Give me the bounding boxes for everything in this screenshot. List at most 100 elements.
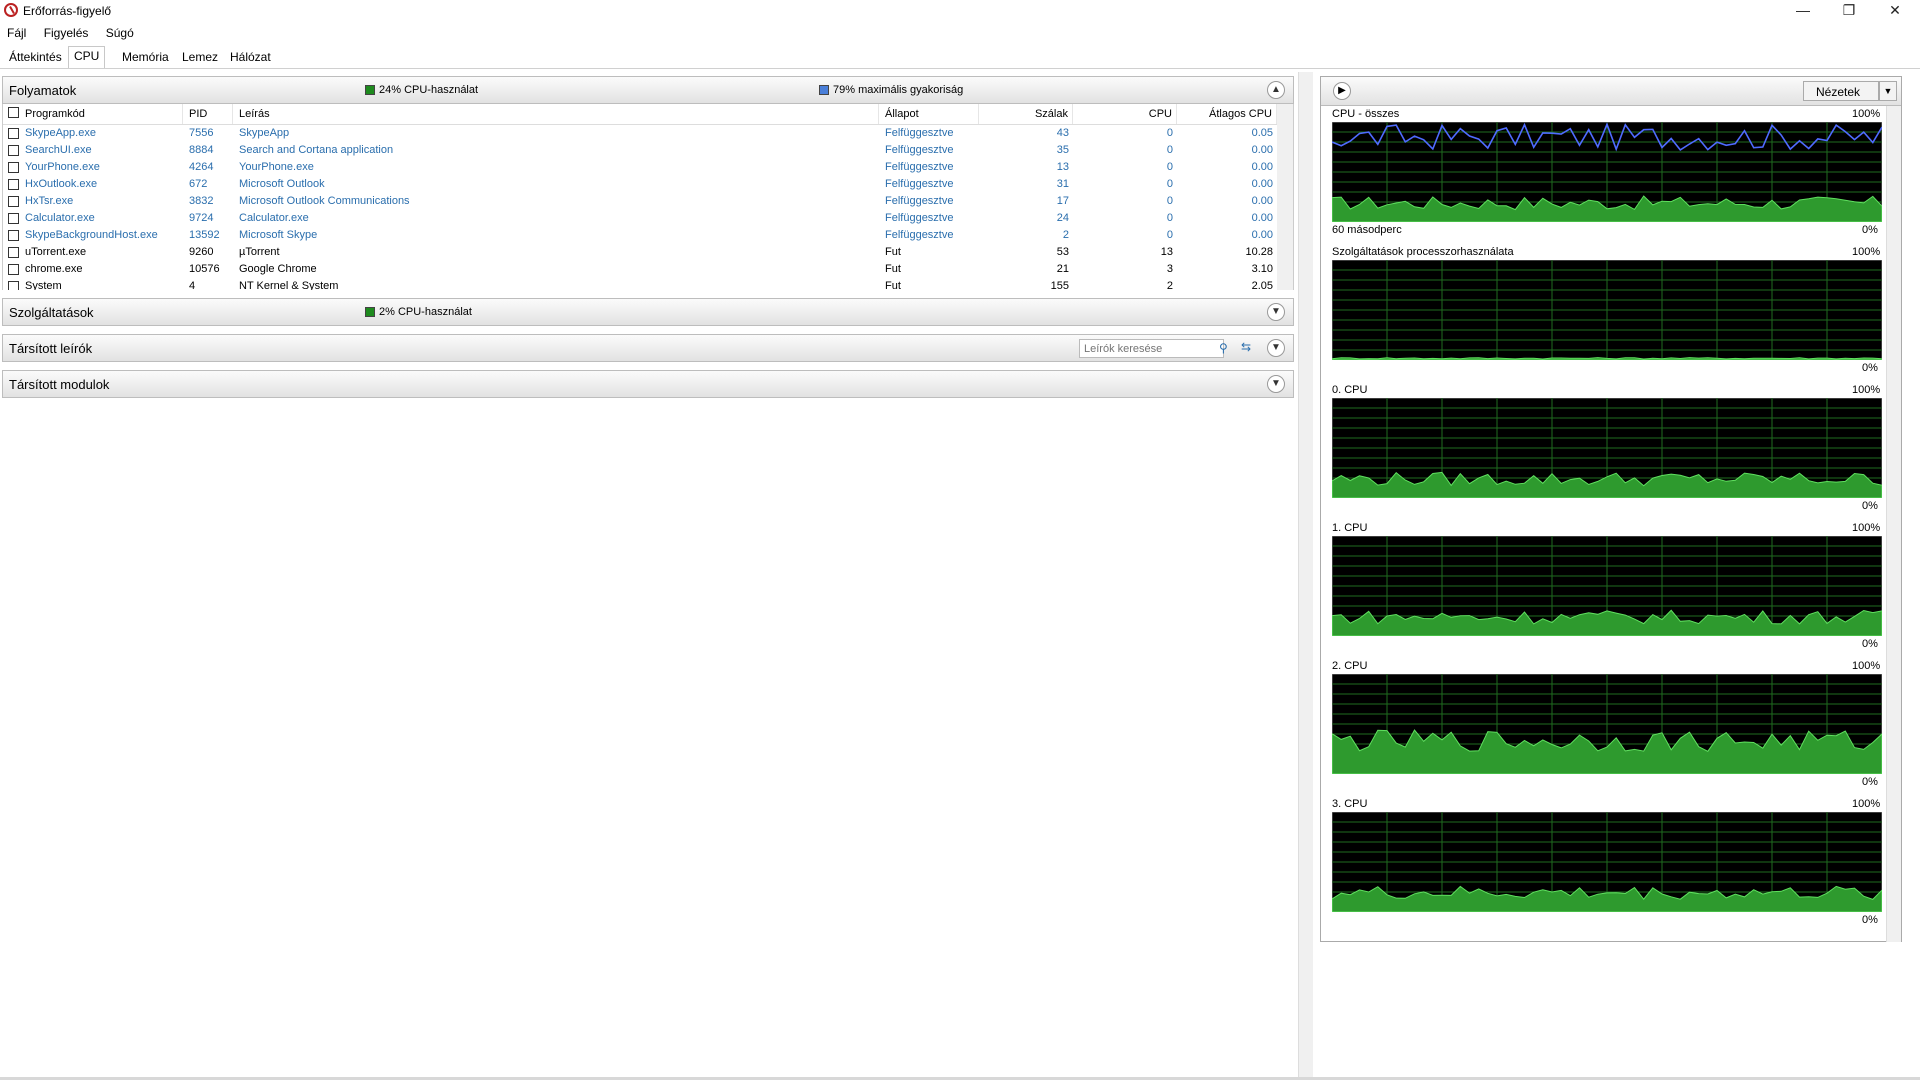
row-checkbox[interactable] bbox=[8, 145, 19, 156]
refresh-icon[interactable]: ⇆ bbox=[1241, 340, 1251, 354]
max-frequency-label: 79% maximális gyakoriság bbox=[833, 84, 964, 96]
processes-table: Programkód PID Leírás Állapot Szálak CPU… bbox=[2, 104, 1294, 290]
cpu-graph bbox=[1332, 398, 1882, 498]
column-status[interactable]: Állapot bbox=[885, 104, 979, 124]
row-checkbox[interactable] bbox=[8, 196, 19, 207]
process-threads: 155 bbox=[1050, 280, 1069, 290]
graphs-scrollbar[interactable] bbox=[1886, 106, 1901, 942]
row-checkbox[interactable] bbox=[8, 230, 19, 241]
process-description: SkypeApp bbox=[239, 127, 290, 139]
chevron-down-icon[interactable]: ▼ bbox=[1267, 339, 1285, 357]
modules-header[interactable]: Társított modulok ▼ bbox=[2, 370, 1294, 398]
graph-min-label: 0% bbox=[1862, 776, 1878, 788]
views-dropdown-arrow[interactable]: ▼ bbox=[1879, 81, 1897, 101]
table-row[interactable]: uTorrent.exe 9260 µTorrent Fut 53 13 10.28 bbox=[3, 244, 1273, 261]
chevron-down-icon[interactable]: ▼ bbox=[1267, 375, 1285, 393]
right-pane: ▶ Nézetek ▼ CPU - összes 100% 0% 60 másodpe… bbox=[1320, 72, 1902, 1078]
cpu-graph bbox=[1332, 260, 1882, 360]
restore-button[interactable]: ❐ bbox=[1826, 0, 1872, 22]
processes-header[interactable]: Folyamatok 24% CPU-használat 79% maximál… bbox=[2, 76, 1294, 104]
close-button[interactable]: ✕ bbox=[1872, 0, 1918, 22]
tab-overview[interactable]: Áttekintés bbox=[4, 48, 67, 67]
process-name: Calculator.exe bbox=[25, 212, 95, 224]
menu-help[interactable]: Súgó bbox=[99, 23, 141, 43]
table-row[interactable]: YourPhone.exe 4264 YourPhone.exe Felfüggesz… bbox=[3, 159, 1273, 176]
process-average-cpu: 10.28 bbox=[1245, 246, 1273, 258]
graph-max-label: 100% bbox=[1852, 384, 1881, 396]
process-status: Felfüggesztve bbox=[885, 195, 954, 207]
tab-cpu[interactable]: CPU bbox=[68, 46, 106, 68]
process-status: Fut bbox=[885, 280, 901, 290]
row-checkbox[interactable] bbox=[8, 179, 19, 190]
max-frequency-swatch bbox=[819, 85, 829, 95]
table-row[interactable]: HxOutlook.exe 672 Microsoft Outlook Felfügg… bbox=[3, 176, 1273, 193]
tab-network[interactable]: Hálózat bbox=[225, 48, 276, 67]
graph-min-label: 0% bbox=[1862, 638, 1878, 650]
views-button[interactable]: Nézetek bbox=[1803, 81, 1879, 101]
column-threads[interactable]: Szálak bbox=[979, 104, 1073, 124]
table-row[interactable]: SkypeApp.exe 7556 SkypeApp Felfüggesztve 43 0… bbox=[3, 125, 1273, 142]
column-pid[interactable]: PID bbox=[189, 104, 233, 124]
process-threads: 43 bbox=[1056, 127, 1069, 139]
row-checkbox[interactable] bbox=[8, 264, 19, 275]
process-pid: 9724 bbox=[189, 212, 214, 224]
table-scrollbar[interactable] bbox=[1277, 104, 1293, 290]
search-icon[interactable]: ⚲ bbox=[1219, 341, 1228, 355]
table-row[interactable]: HxTsr.exe 3832 Microsoft Outlook Communica… bbox=[3, 193, 1273, 210]
graph-max-label: 100% bbox=[1852, 522, 1881, 534]
process-status: Felfüggesztve bbox=[885, 144, 954, 156]
left-pane-scrollbar[interactable] bbox=[1298, 72, 1313, 1078]
process-threads: 2 bbox=[1062, 229, 1069, 241]
chevron-up-icon[interactable]: ▲ bbox=[1267, 81, 1285, 99]
cpu-graph bbox=[1332, 122, 1882, 222]
handles-search-input[interactable] bbox=[1079, 339, 1224, 358]
chevron-down-icon[interactable]: ▼ bbox=[1267, 303, 1285, 321]
process-description: Google Chrome bbox=[239, 263, 317, 275]
table-row[interactable]: SkypeBackgroundHost.exe 13592 Microsoft Sk… bbox=[3, 227, 1273, 244]
row-checkbox[interactable] bbox=[8, 128, 19, 139]
process-description: YourPhone.exe bbox=[239, 161, 314, 173]
table-row[interactable]: System 4 NT Kernel & System Fut 155 2 2.05 bbox=[3, 278, 1273, 290]
table-row[interactable]: SearchUI.exe 8884 Search and Cortana appli… bbox=[3, 142, 1273, 159]
column-average-cpu[interactable]: Átlagos CPU bbox=[1177, 104, 1277, 124]
process-threads: 24 bbox=[1056, 212, 1069, 224]
select-all-checkbox[interactable] bbox=[8, 107, 19, 118]
tab-disk[interactable]: Lemez bbox=[177, 48, 223, 67]
graph-min-label: 0% bbox=[1862, 500, 1878, 512]
services-header[interactable]: Szolgáltatások 2% CPU-használat ▼ bbox=[2, 298, 1294, 326]
column-image[interactable]: Programkód bbox=[25, 104, 183, 124]
process-cpu: 0 bbox=[1166, 195, 1173, 207]
cpu-graph bbox=[1332, 536, 1882, 636]
process-name: HxOutlook.exe bbox=[25, 178, 98, 190]
process-pid: 13592 bbox=[189, 229, 220, 241]
process-pid: 3832 bbox=[189, 195, 214, 207]
cpu-usage-stat: 24% CPU-használat bbox=[365, 84, 478, 96]
tab-memory[interactable]: Memória bbox=[117, 48, 174, 67]
process-cpu: 0 bbox=[1166, 178, 1173, 190]
table-row[interactable]: Calculator.exe 9724 Calculator.exe Felfügge… bbox=[3, 210, 1273, 227]
process-status: Felfüggesztve bbox=[885, 212, 954, 224]
processes-title: Folyamatok bbox=[9, 83, 77, 98]
chevron-right-icon[interactable]: ▶ bbox=[1333, 82, 1351, 100]
minimize-button[interactable]: — bbox=[1780, 0, 1826, 22]
row-checkbox[interactable] bbox=[8, 247, 19, 258]
process-name: SkypeApp.exe bbox=[25, 127, 96, 139]
cpu-usage-label: 24% CPU-használat bbox=[379, 84, 479, 96]
graph-title: 1. CPU bbox=[1332, 522, 1368, 534]
services-cpu-stat: 2% CPU-használat bbox=[365, 306, 472, 318]
menu-file[interactable]: Fájl bbox=[0, 23, 33, 43]
column-description[interactable]: Leírás bbox=[239, 104, 879, 124]
row-checkbox[interactable] bbox=[8, 213, 19, 224]
row-checkbox[interactable] bbox=[8, 162, 19, 173]
column-cpu[interactable]: CPU bbox=[1073, 104, 1177, 124]
graph-title: 3. CPU bbox=[1332, 798, 1368, 810]
handles-header[interactable]: Társított leírók ⚲ ⇆ ▼ bbox=[2, 334, 1294, 362]
services-cpu-swatch bbox=[365, 307, 375, 317]
table-row[interactable]: chrome.exe 10576 Google Chrome Fut 21 3 3.10 bbox=[3, 261, 1273, 278]
menu-monitor[interactable]: Figyelés bbox=[37, 23, 96, 43]
row-checkbox[interactable] bbox=[8, 281, 19, 290]
process-cpu: 3 bbox=[1166, 263, 1173, 275]
process-cpu: 0 bbox=[1166, 144, 1173, 156]
process-pid: 672 bbox=[189, 178, 208, 190]
process-cpu: 0 bbox=[1166, 127, 1173, 139]
